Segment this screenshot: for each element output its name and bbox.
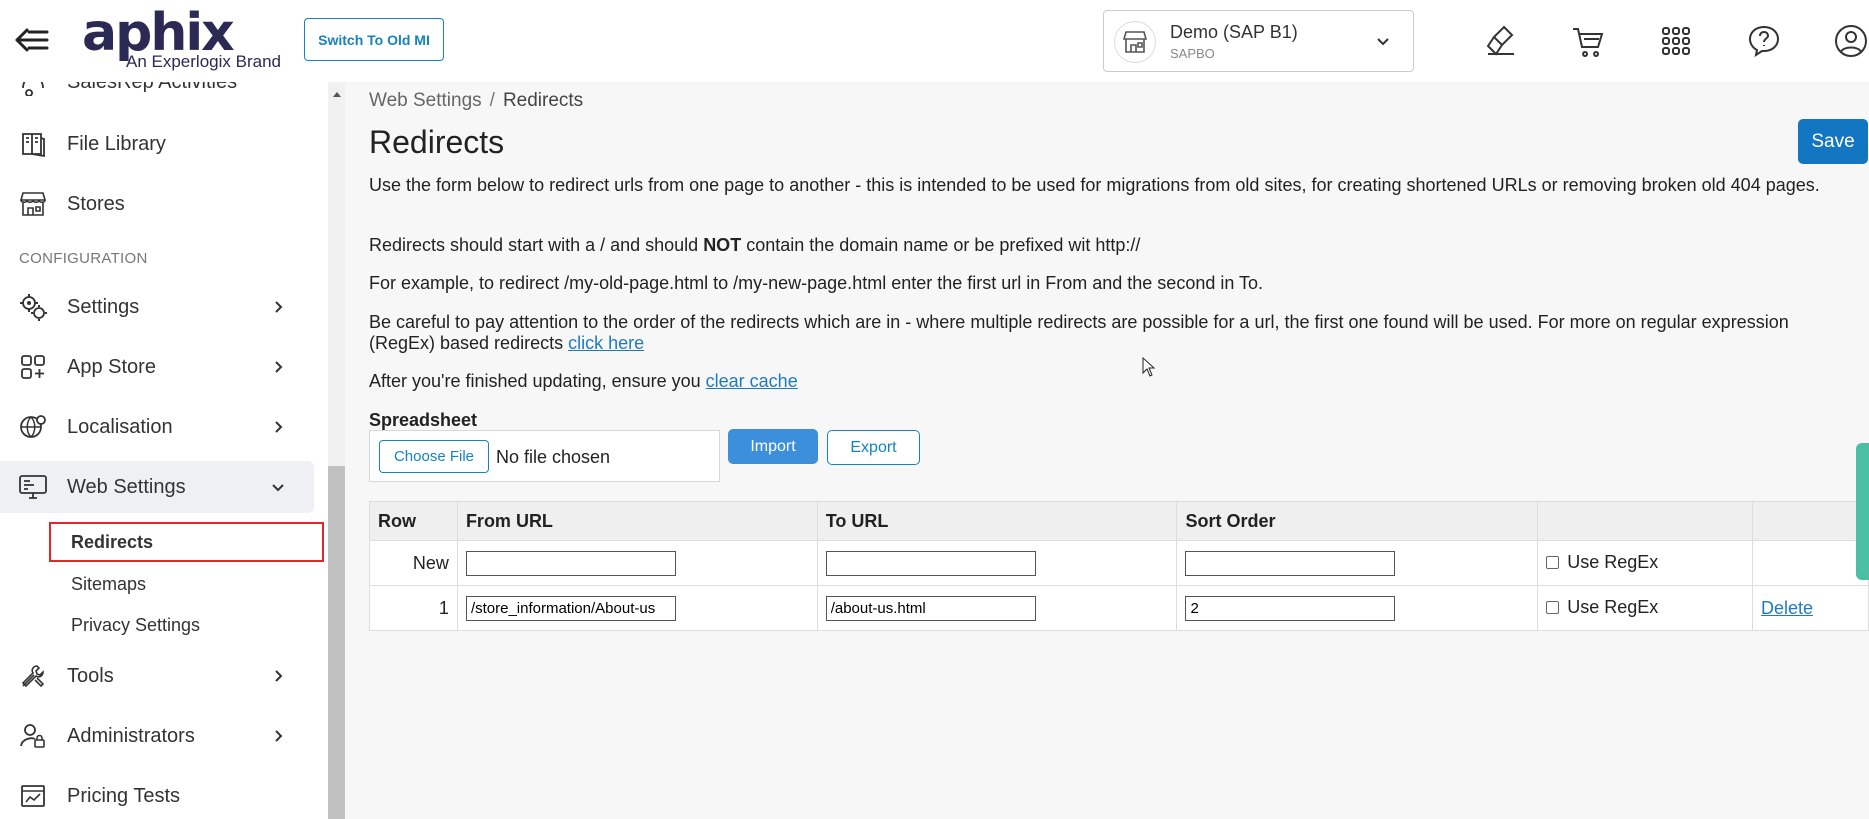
column-header-row: Row xyxy=(369,501,458,541)
chevron-right-icon xyxy=(275,670,283,682)
to-url-input[interactable] xyxy=(825,550,1036,576)
intro-paragraph: Use the form below to redirect urls from… xyxy=(369,175,1820,195)
globe-gear-icon xyxy=(18,412,48,442)
switch-to-old-mi-button[interactable]: Switch To Old MI xyxy=(304,18,444,61)
sort-order-input[interactable] xyxy=(1185,595,1396,621)
sidebar-item-tools[interactable]: Tools xyxy=(0,650,314,702)
scrollbar-thumb[interactable] xyxy=(328,466,345,819)
file-upload-field: Choose File No file chosen xyxy=(369,430,720,482)
chevron-right-icon xyxy=(275,361,283,373)
sidebar-subitem-redirects[interactable]: Redirects xyxy=(49,522,324,562)
store-name: Demo (SAP B1) xyxy=(1170,22,1298,42)
row-number: 1 xyxy=(369,585,458,631)
apps-grid-icon[interactable] xyxy=(1657,22,1695,60)
column-header-action xyxy=(1752,501,1869,541)
sidebar-item-app-store[interactable]: App Store xyxy=(0,341,314,393)
chevron-right-icon xyxy=(275,421,283,433)
activities-icon xyxy=(18,82,48,97)
from-url-input[interactable] xyxy=(465,595,676,621)
main-content: Web Settings / Redirects Redirects Save Us… xyxy=(345,82,1869,819)
chevron-down-icon xyxy=(272,484,284,492)
column-header-to-url: To URL xyxy=(816,501,1178,541)
column-header-sort-order: Sort Order xyxy=(1176,501,1539,541)
user-account-icon[interactable] xyxy=(1832,22,1869,60)
to-url-input[interactable] xyxy=(825,595,1036,621)
gears-icon xyxy=(18,292,48,322)
sidebar-item-file-library[interactable]: File Library xyxy=(0,118,314,170)
breadcrumb: Web Settings / Redirects xyxy=(369,90,583,112)
rule-paragraph: Redirects should start with a / and shou… xyxy=(369,235,1141,255)
store-selector[interactable]: Demo (SAP B1) SAPBO xyxy=(1103,10,1414,72)
help-icon[interactable] xyxy=(1745,22,1783,60)
sidebar-item-web-settings[interactable]: Web Settings xyxy=(0,461,314,513)
clear-cache-link[interactable]: clear cache xyxy=(706,371,798,391)
order-paragraph: Be careful to pay attention to the order… xyxy=(369,312,1789,353)
scroll-up-arrow-icon[interactable] xyxy=(328,90,345,102)
cleaning-brush-icon[interactable] xyxy=(1482,22,1520,60)
import-button[interactable]: Import xyxy=(728,429,818,464)
row-number: New xyxy=(369,540,458,586)
breadcrumb-separator: / xyxy=(489,90,495,111)
use-regex-checkbox[interactable] xyxy=(1546,601,1560,614)
use-regex-label: Use RegEx xyxy=(1567,552,1659,572)
sidebar-item-pricing-tests[interactable]: Pricing Tests xyxy=(0,770,314,819)
breadcrumb-current: Redirects xyxy=(502,90,584,111)
regex-help-link[interactable]: click here xyxy=(568,333,644,353)
chevron-right-icon xyxy=(275,730,283,742)
sidebar-nav: SalesRep Activities File Library Stores … xyxy=(0,82,328,819)
store-code: SAPBO xyxy=(1170,46,1215,61)
admin-lock-icon xyxy=(18,721,48,751)
column-header-from-url: From URL xyxy=(456,501,818,541)
cart-icon[interactable] xyxy=(1569,22,1607,60)
export-button[interactable]: Export xyxy=(827,430,920,465)
cache-paragraph: After you're finished updating, ensure y… xyxy=(369,371,798,391)
book-icon xyxy=(18,129,48,159)
sidebar-subitem-sitemaps[interactable]: Sitemaps xyxy=(49,564,324,604)
mouse-cursor-icon xyxy=(1142,357,1156,377)
sidebar-subitem-privacy-settings[interactable]: Privacy Settings xyxy=(49,605,324,645)
aphix-logo[interactable]: aphix An Experlogix Brand xyxy=(82,4,292,74)
tools-icon xyxy=(18,661,48,691)
section-label-configuration: CONFIGURATION xyxy=(19,250,148,267)
no-file-label: No file chosen xyxy=(496,447,611,467)
example-paragraph: For example, to redirect /my-old-page.ht… xyxy=(369,273,1264,293)
use-regex-label: Use RegEx xyxy=(1567,597,1659,617)
store-icon xyxy=(18,189,48,219)
breadcrumb-web-settings[interactable]: Web Settings xyxy=(369,90,482,111)
save-button[interactable]: Save xyxy=(1798,119,1868,164)
apps-plus-icon xyxy=(18,352,48,382)
from-url-input[interactable] xyxy=(465,550,676,576)
redirects-table: Row From URL To URL Sort Order New Use R… xyxy=(369,501,1869,631)
delete-link[interactable]: Delete xyxy=(1761,598,1813,618)
top-header: aphix An Experlogix Brand Switch To Old … xyxy=(0,0,1869,82)
table-header-row: Row From URL To URL Sort Order xyxy=(369,501,1869,541)
choose-file-button[interactable]: Choose File xyxy=(379,440,489,473)
spreadsheet-label: Spreadsheet xyxy=(369,410,478,430)
monitor-settings-icon xyxy=(18,472,48,502)
table-row-new: New Use RegEx xyxy=(369,540,1869,586)
column-header-regex xyxy=(1537,501,1754,541)
sort-order-input[interactable] xyxy=(1185,550,1396,576)
sidebar-item-salesrep-activities[interactable]: SalesRep Activities xyxy=(0,82,314,108)
sidebar-scrollbar[interactable] xyxy=(328,82,345,819)
sidebar-item-localisation[interactable]: Localisation xyxy=(0,401,314,453)
sidebar-item-stores[interactable]: Stores xyxy=(0,178,314,230)
logo-subtitle: An Experlogix Brand xyxy=(126,52,281,71)
row-action-empty xyxy=(1752,540,1869,586)
pricing-test-icon xyxy=(18,781,48,811)
chevron-down-icon xyxy=(1377,38,1389,46)
page-title: Redirects xyxy=(369,124,505,160)
use-regex-checkbox[interactable] xyxy=(1546,556,1560,569)
sidebar-item-administrators[interactable]: Administrators xyxy=(0,710,314,762)
store-icon xyxy=(1114,21,1156,63)
feedback-side-tab[interactable] xyxy=(1856,443,1869,580)
collapse-menu-icon[interactable] xyxy=(12,22,52,58)
table-row: 1 Use RegEx Delete xyxy=(369,585,1869,631)
sidebar-item-settings[interactable]: Settings xyxy=(0,281,314,333)
chevron-right-icon xyxy=(275,301,283,313)
